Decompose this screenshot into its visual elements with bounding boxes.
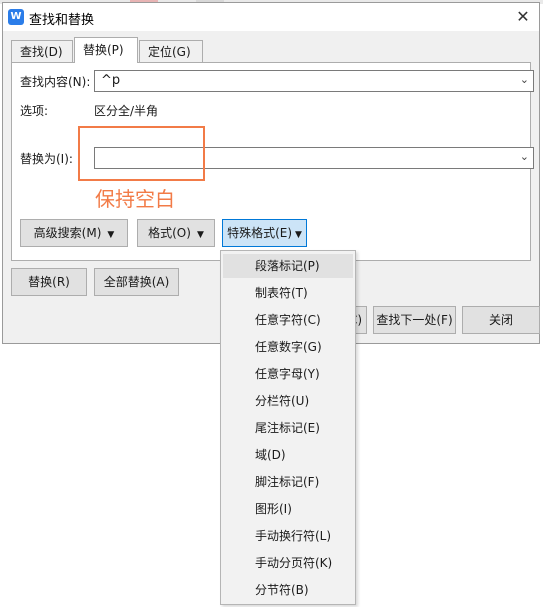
annotation-text: 保持空白 [95, 187, 175, 211]
menu-item-section-break[interactable]: 分节符(B) [223, 578, 353, 602]
find-input[interactable]: ^p ⌄ [94, 70, 534, 92]
tab-goto[interactable]: 定位(G) [139, 40, 203, 62]
menu-item-manual-line-break[interactable]: 手动换行符(L) [223, 524, 353, 548]
find-next-button[interactable]: 查找下一处(F) [373, 306, 456, 334]
menu-item-field[interactable]: 域(D) [223, 443, 353, 467]
menu-item-paragraph-mark[interactable]: 段落标记(P) [223, 254, 353, 278]
wps-writer-icon: W [8, 9, 24, 25]
advanced-search-label: 高级搜索(M) [33, 226, 102, 240]
special-format-label: 特殊格式(E) [227, 226, 293, 240]
close-icon[interactable]: ✕ [511, 5, 535, 29]
chevron-down-icon: ▼ [107, 230, 115, 240]
format-label: 格式(O) [148, 226, 191, 240]
format-button[interactable]: 格式(O) ▼ [137, 219, 215, 247]
menu-item-footnote-mark[interactable]: 脚注标记(F) [223, 470, 353, 494]
menu-item-tab[interactable]: 制表符(T) [223, 281, 353, 305]
menu-item-any-letter[interactable]: 任意字母(Y) [223, 362, 353, 386]
chevron-down-icon[interactable]: ⌄ [520, 150, 529, 163]
caret-down-icon: ▼ [295, 230, 302, 240]
options-value: 区分全/半角 [94, 104, 159, 118]
find-label: 查找内容(N): [20, 75, 91, 89]
menu-item-any-char[interactable]: 任意字符(C) [223, 308, 353, 332]
advanced-search-button[interactable]: 高级搜索(M) ▼ [20, 219, 128, 247]
menu-item-column-break[interactable]: 分栏符(U) [223, 389, 353, 413]
title-bar: W 查找和替换 ✕ [3, 3, 539, 31]
menu-item-graphic[interactable]: 图形(I) [223, 497, 353, 521]
options-label: 选项: [20, 104, 49, 118]
tab-replace[interactable]: 替换(P) [74, 37, 138, 63]
replace-button[interactable]: 替换(R) [11, 268, 87, 296]
menu-item-manual-page-break[interactable]: 手动分页符(K) [223, 551, 353, 575]
replace-label: 替换为(I): [20, 152, 73, 166]
menu-item-endnote-mark[interactable]: 尾注标记(E) [223, 416, 353, 440]
find-value: ^p [101, 73, 121, 88]
caret-down-icon: ▼ [196, 230, 204, 240]
annotation-box [78, 126, 205, 181]
close-button[interactable]: 关闭 [462, 306, 540, 334]
special-format-button[interactable]: 特殊格式(E) ▼ [222, 219, 307, 247]
replace-all-button[interactable]: 全部替换(A) [94, 268, 179, 296]
chevron-down-icon[interactable]: ⌄ [520, 73, 529, 86]
special-format-menu: 段落标记(P) 制表符(T) 任意字符(C) 任意数字(G) 任意字母(Y) 分… [220, 250, 356, 605]
dialog-title: 查找和替换 [29, 13, 95, 28]
tab-find[interactable]: 查找(D) [11, 40, 73, 62]
menu-item-any-digit[interactable]: 任意数字(G) [223, 335, 353, 359]
